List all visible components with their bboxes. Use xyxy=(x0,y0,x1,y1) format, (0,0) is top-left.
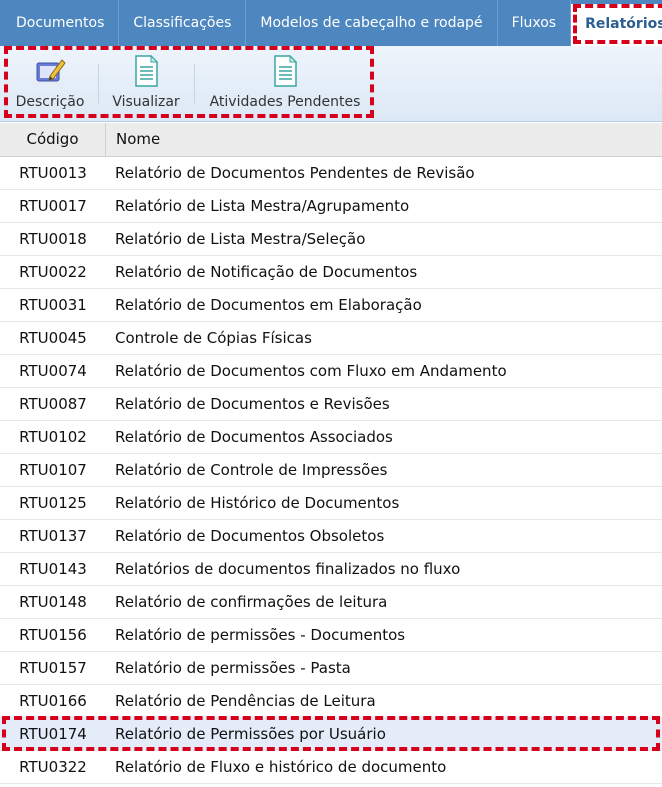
visualizar-label: Visualizar xyxy=(112,94,180,110)
row-name: Relatório de Documentos Obsoletos xyxy=(115,527,385,545)
table-row[interactable]: RTU0045 Controle de Cópias Físicas xyxy=(0,322,662,355)
row-name: Relatório de Documentos em Elaboração xyxy=(115,296,422,314)
atividades-pendentes-label: Atividades Pendentes xyxy=(209,94,361,110)
row-code: RTU0074 xyxy=(19,362,87,380)
table-row[interactable]: RTU0087 Relatório de Documentos e Revisõe… xyxy=(0,388,662,421)
visualizar-button[interactable]: Visualizar xyxy=(108,54,184,110)
top-tab-bar: Documentos Classificações Modelos de cab… xyxy=(0,0,662,46)
table-row[interactable]: RTU0322 Relatório de Fluxo e histórico de… xyxy=(0,751,662,784)
row-code: RTU0022 xyxy=(19,263,87,281)
table-row[interactable]: RTU0102 Relatório de Documentos Associado… xyxy=(0,421,662,454)
row-code: RTU0018 xyxy=(19,230,87,248)
row-name: Relatório de Notificação de Documentos xyxy=(115,263,418,281)
row-name: Relatório de Documentos com Fluxo em And… xyxy=(115,362,507,380)
table-row[interactable]: RTU0166 Relatório de Pendências de Leitur… xyxy=(0,685,662,718)
row-name: Relatório de Controle de Impressões xyxy=(115,461,388,479)
toolbar-separator xyxy=(194,64,195,104)
row-code: RTU0174 xyxy=(19,725,87,743)
table-row[interactable]: RTU0143 Relatórios de documentos finaliza… xyxy=(0,553,662,586)
atividades-pendentes-button[interactable]: Atividades Pendentes xyxy=(204,54,366,110)
table-header: Código Nome xyxy=(0,123,662,157)
row-name: Relatório de permissões - Pasta xyxy=(115,659,351,677)
tab-classificacoes[interactable]: Classificações xyxy=(119,0,247,46)
row-code: RTU0102 xyxy=(19,428,87,446)
document-icon xyxy=(135,54,159,87)
row-code: RTU0166 xyxy=(19,692,87,710)
table-row[interactable]: RTU0125 Relatório de Histórico de Documen… xyxy=(0,487,662,520)
table-body: RTU0013 Relatório de Documentos Pendentes… xyxy=(0,157,662,784)
row-code: RTU0322 xyxy=(19,758,87,776)
row-code: RTU0013 xyxy=(19,164,87,182)
tab-fluxos[interactable]: Fluxos xyxy=(498,0,572,46)
table-row[interactable]: RTU0013 Relatório de Documentos Pendentes… xyxy=(0,157,662,190)
row-code: RTU0157 xyxy=(19,659,87,677)
column-header-code[interactable]: Código xyxy=(0,123,106,156)
column-header-name[interactable]: Nome xyxy=(106,123,160,156)
row-code: RTU0143 xyxy=(19,560,87,578)
row-name: Relatório de Fluxo e histórico de docume… xyxy=(115,758,447,776)
row-code: RTU0017 xyxy=(19,197,87,215)
row-name: Relatório de Documentos Associados xyxy=(115,428,393,446)
row-name: Relatório de Permissões por Usuário xyxy=(115,725,386,743)
row-code: RTU0087 xyxy=(19,395,87,413)
row-name: Relatório de Histórico de Documentos xyxy=(115,494,400,512)
row-code: RTU0045 xyxy=(19,329,87,347)
table-row[interactable]: RTU0174 Relatório de Permissões por Usuár… xyxy=(0,716,662,751)
row-name: Controle de Cópias Físicas xyxy=(115,329,312,347)
row-name: Relatório de Lista Mestra/Agrupamento xyxy=(115,197,410,215)
row-name: Relatório de permissões - Documentos xyxy=(115,626,406,644)
row-code: RTU0156 xyxy=(19,626,87,644)
table-row[interactable]: RTU0157 Relatório de permissões - Pasta xyxy=(0,652,662,685)
row-code: RTU0107 xyxy=(19,461,87,479)
row-code: RTU0137 xyxy=(19,527,87,545)
table-row[interactable]: RTU0156 Relatório de permissões - Documen… xyxy=(0,619,662,652)
tab-relatorios-label: Relatórios xyxy=(585,16,662,32)
row-name: Relatório de Documentos Pendentes de Rev… xyxy=(115,164,475,182)
table-row[interactable]: RTU0017 Relatório de Lista Mestra/Agrupam… xyxy=(0,190,662,223)
edit-document-icon xyxy=(36,59,66,82)
table-row[interactable]: RTU0018 Relatório de Lista Mestra/Seleção xyxy=(0,223,662,256)
document-icon xyxy=(274,54,298,87)
tab-relatorios[interactable]: Relatórios xyxy=(571,4,662,46)
descricao-button[interactable]: Descrição xyxy=(14,54,86,110)
row-name: Relatório de Documentos e Revisões xyxy=(115,395,390,413)
toolbar-separator xyxy=(98,64,99,104)
table-row[interactable]: RTU0031 Relatório de Documentos em Elabor… xyxy=(0,289,662,322)
table-row[interactable]: RTU0148 Relatório de confirmações de leit… xyxy=(0,586,662,619)
tab-modelos-cabecalho-rodape[interactable]: Modelos de cabeçalho e rodapé xyxy=(246,0,498,46)
reports-table: Código Nome RTU0013 Relatório de Document… xyxy=(0,123,662,784)
tab-documentos[interactable]: Documentos xyxy=(0,0,120,46)
row-name: Relatório de Pendências de Leitura xyxy=(115,692,376,710)
table-row[interactable]: RTU0022 Relatório de Notificação de Docum… xyxy=(0,256,662,289)
row-code: RTU0031 xyxy=(19,296,87,314)
table-row[interactable]: RTU0107 Relatório de Controle de Impressõ… xyxy=(0,454,662,487)
table-row[interactable]: RTU0137 Relatório de Documentos Obsoletos xyxy=(0,520,662,553)
row-name: Relatórios de documentos finalizados no … xyxy=(115,560,461,578)
row-code: RTU0148 xyxy=(19,593,87,611)
row-name: Relatório de Lista Mestra/Seleção xyxy=(115,230,366,248)
row-name: Relatório de confirmações de leitura xyxy=(115,593,388,611)
table-row[interactable]: RTU0074 Relatório de Documentos com Fluxo… xyxy=(0,355,662,388)
row-code: RTU0125 xyxy=(19,494,87,512)
toolbar: Descrição Visualizar Atividades Pendente… xyxy=(0,46,662,122)
descricao-label: Descrição xyxy=(15,94,85,110)
